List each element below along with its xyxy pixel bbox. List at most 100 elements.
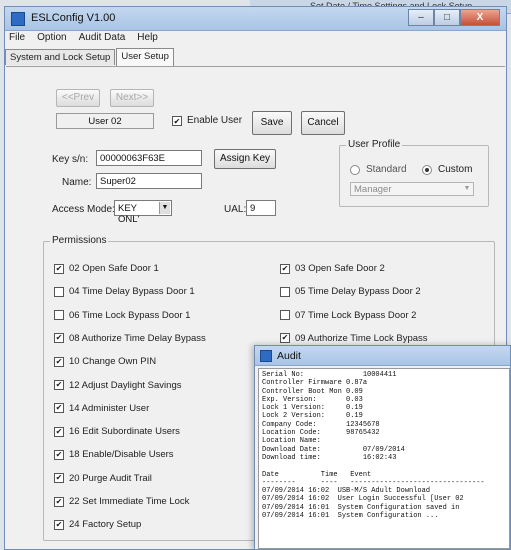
audit-window: Audit Serial No: 10004411 Controller Firm…	[254, 345, 511, 550]
audit-line: 07/09/2014 16:01 System Configuration sa…	[262, 503, 460, 512]
permission-item[interactable]: 18 Enable/Disable Users	[54, 449, 174, 460]
ual-field[interactable]: 9	[246, 200, 276, 216]
permission-label: 22 Set Immediate Time Lock	[69, 496, 190, 507]
app-icon	[11, 12, 25, 26]
permission-item[interactable]: 04 Time Delay Bypass Door 1	[54, 286, 195, 297]
minimize-button[interactable]: –	[408, 9, 434, 26]
permission-item[interactable]: 07 Time Lock Bypass Door 2	[280, 310, 416, 321]
audit-line: Location Code: 98765432	[262, 429, 380, 438]
custom-radio[interactable]	[422, 165, 432, 175]
permission-label: 03 Open Safe Door 2	[295, 263, 385, 274]
permission-item[interactable]: 03 Open Safe Door 2	[280, 263, 385, 274]
audit-line: Download Date: 07/09/2014	[262, 445, 405, 454]
custom-label: Custom	[438, 164, 473, 175]
permission-item[interactable]: 24 Factory Setup	[54, 519, 141, 530]
permission-checkbox[interactable]	[54, 333, 64, 344]
prev-button[interactable]: <<Prev	[56, 89, 100, 107]
permission-checkbox[interactable]	[54, 403, 64, 414]
permission-label: 20 Purge Audit Trail	[69, 472, 152, 484]
menu-audit-data[interactable]: Audit Data	[79, 32, 126, 47]
name-field[interactable]: Super02	[96, 173, 202, 189]
permission-checkbox[interactable]	[54, 380, 64, 390]
permission-checkbox[interactable]	[54, 426, 64, 437]
permission-checkbox[interactable]	[280, 333, 290, 344]
permission-checkbox[interactable]	[54, 519, 64, 530]
ual-label: UAL:	[224, 204, 247, 215]
key-sn-field[interactable]: 00000063F63E	[96, 150, 202, 166]
chevron-down-icon[interactable]: ▼	[462, 184, 472, 194]
permission-item[interactable]: 09 Authorize Time Lock Bypass	[280, 333, 428, 344]
close-button[interactable]: X	[460, 9, 500, 26]
permission-checkbox[interactable]	[280, 286, 290, 297]
profile-select[interactable]: Manager ▼	[350, 182, 474, 196]
permission-checkbox[interactable]	[54, 496, 64, 507]
audit-line: Company Code: 12345678	[262, 420, 380, 429]
standard-radio[interactable]	[350, 165, 360, 175]
permission-checkbox[interactable]	[54, 286, 64, 297]
menu-help[interactable]: Help	[137, 32, 158, 47]
permission-item[interactable]: 10 Change Own PIN	[54, 356, 156, 367]
key-sn-label: Key s/n:	[52, 154, 89, 165]
audit-app-icon	[260, 350, 272, 362]
enable-user-checkbox[interactable]	[172, 116, 182, 126]
permission-item[interactable]: 02 Open Safe Door 1	[54, 263, 159, 274]
permission-item[interactable]: 22 Set Immediate Time Lock	[54, 496, 189, 507]
standard-label: Standard	[366, 164, 407, 175]
tab-user-setup[interactable]: User Setup	[116, 48, 174, 66]
permission-item[interactable]: 20 Purge Audit Trail	[54, 473, 152, 484]
permission-checkbox[interactable]	[54, 356, 64, 367]
permission-item[interactable]: 16 Edit Subordinate Users	[54, 426, 180, 437]
access-mode-select[interactable]: KEY ONL' ▼	[114, 200, 172, 225]
chevron-down-icon[interactable]: ▼	[159, 202, 170, 214]
menu-file[interactable]: File	[9, 32, 25, 47]
audit-log-text[interactable]: Serial No: 10004411 Controller Firmware 0…	[258, 368, 510, 549]
audit-line: Controller Firmware 0.87a	[262, 379, 368, 388]
audit-titlebar[interactable]: Audit	[255, 346, 510, 366]
permission-checkbox[interactable]	[54, 263, 64, 274]
permission-checkbox[interactable]	[54, 473, 64, 484]
permission-checkbox[interactable]	[54, 310, 64, 321]
permission-item[interactable]: 14 Administer User	[54, 403, 149, 414]
audit-line: 07/09/2014 16:01 System Configuration ..…	[262, 512, 439, 521]
main-titlebar[interactable]: ESLConfig V1.00 – □ X	[5, 7, 506, 31]
permission-label: 14 Administer User	[69, 402, 150, 414]
permission-checkbox[interactable]	[54, 449, 64, 460]
audit-line: Controller Boot Mon 0.09	[262, 387, 363, 396]
cancel-button[interactable]: Cancel	[301, 111, 345, 135]
maximize-button[interactable]: □	[434, 9, 460, 26]
permissions-legend: Permissions	[50, 235, 109, 246]
next-button[interactable]: Next>>	[110, 89, 154, 107]
audit-line: 07/09/2014 16:02 USB-M/S Adult Download	[262, 487, 431, 496]
permission-checkbox[interactable]	[280, 310, 290, 321]
permission-label: 12 Adjust Daylight Savings	[69, 379, 182, 391]
audit-title: Audit	[277, 350, 301, 362]
name-label: Name:	[62, 177, 92, 188]
tab-strip: System and Lock Setup User Setup	[5, 48, 175, 66]
permission-label: 08 Authorize Time Delay Bypass	[69, 332, 206, 344]
permission-checkbox[interactable]	[280, 263, 290, 274]
enable-user-label: Enable User	[187, 115, 243, 126]
permission-label: 10 Change Own PIN	[69, 356, 157, 368]
permission-item[interactable]: 05 Time Delay Bypass Door 2	[280, 286, 421, 297]
user-name-display: User 02	[56, 113, 154, 129]
assign-key-button[interactable]: Assign Key	[214, 149, 276, 169]
audit-line: Download time: 16:02:43	[262, 453, 397, 462]
profile-value: Manager	[354, 184, 392, 195]
permission-label: 06 Time Lock Bypass Door 1	[69, 309, 191, 321]
permission-item[interactable]: 08 Authorize Time Delay Bypass	[54, 333, 206, 344]
audit-line: -------- ---- --------------------------…	[262, 478, 485, 487]
permission-label: 09 Authorize Time Lock Bypass	[295, 332, 428, 344]
permission-label: 04 Time Delay Bypass Door 1	[69, 286, 195, 298]
audit-line: Exp. Version: 0.03	[262, 395, 363, 404]
audit-line: Lock 1 Version: 0.19	[262, 404, 363, 413]
permission-label: 02 Open Safe Door 1	[69, 263, 159, 274]
save-button[interactable]: Save	[252, 111, 292, 135]
access-mode-value: KEY ONL'	[118, 203, 140, 225]
permission-item[interactable]: 06 Time Lock Bypass Door 1	[54, 310, 190, 321]
permission-item[interactable]: 12 Adjust Daylight Savings	[54, 380, 181, 391]
menu-option[interactable]: Option	[37, 32, 66, 47]
window-title: ESLConfig V1.00	[31, 12, 116, 24]
tab-system-lock-setup[interactable]: System and Lock Setup	[5, 49, 116, 65]
user-profile-legend: User Profile	[346, 139, 403, 150]
menubar: File Option Audit Data Help	[5, 32, 506, 47]
